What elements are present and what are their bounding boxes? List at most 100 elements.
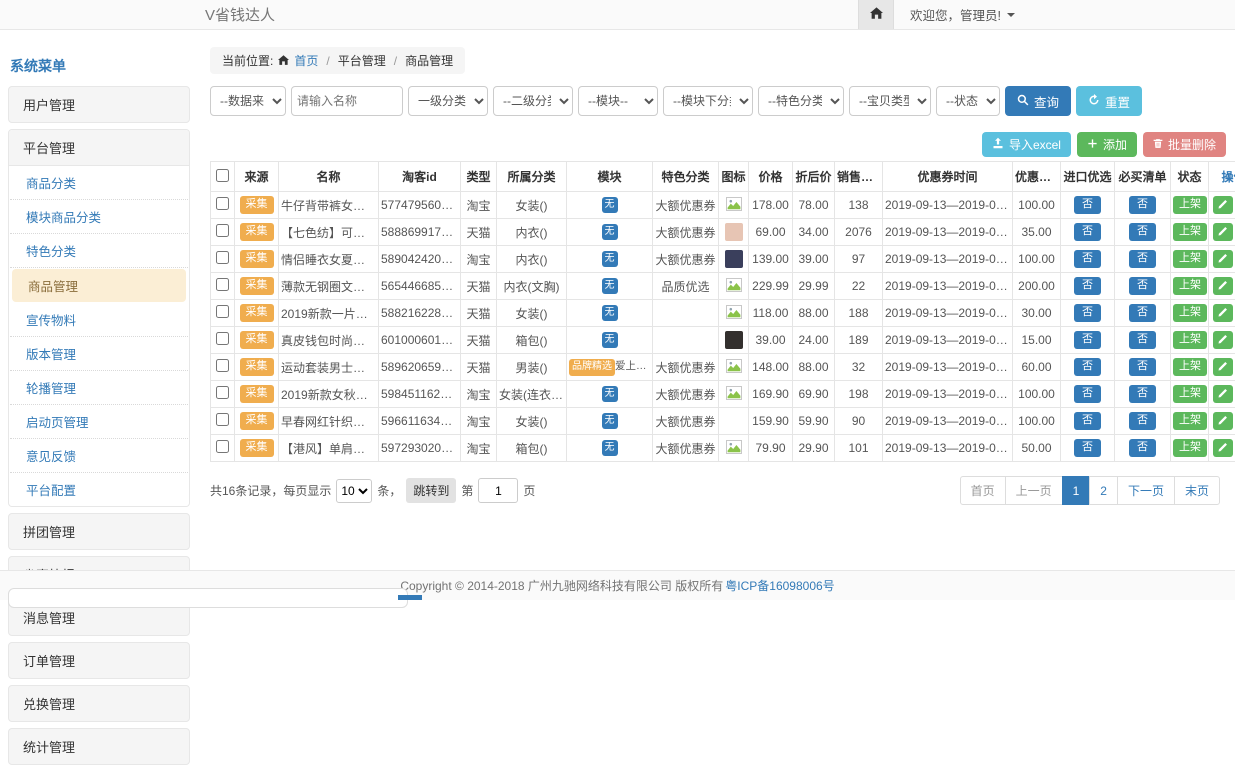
sidebar-item-1-5[interactable]: 版本管理 bbox=[10, 337, 188, 371]
must-buy-toggle-badge[interactable]: 否 bbox=[1129, 412, 1156, 430]
imported-toggle-badge[interactable]: 否 bbox=[1074, 196, 1101, 214]
filter-category-l1-select[interactable]: 一级分类 bbox=[408, 86, 488, 116]
filter-module-select[interactable]: --模块-- bbox=[578, 86, 658, 116]
pager-button-2[interactable]: 1 bbox=[1062, 476, 1091, 505]
status-badge[interactable]: 上架 bbox=[1173, 331, 1207, 349]
row-checkbox[interactable] bbox=[216, 413, 229, 426]
must-buy-toggle-badge[interactable]: 否 bbox=[1129, 223, 1156, 241]
sidebar-item-1-7[interactable]: 启动页管理 bbox=[10, 405, 188, 439]
filter-module-sub-select[interactable]: --模块下分类-- bbox=[663, 86, 753, 116]
module-badge[interactable]: 无 bbox=[602, 305, 618, 322]
sidebar-item-1-1[interactable]: 模块商品分类 bbox=[10, 200, 188, 234]
status-badge[interactable]: 上架 bbox=[1173, 358, 1207, 376]
edit-button[interactable] bbox=[1213, 304, 1233, 322]
sidebar-item-1-9[interactable]: 平台配置 bbox=[10, 473, 188, 506]
module-badge[interactable]: 无 bbox=[602, 332, 618, 349]
status-badge[interactable]: 上架 bbox=[1173, 223, 1207, 241]
home-button[interactable] bbox=[858, 0, 894, 29]
imported-toggle-badge[interactable]: 否 bbox=[1074, 331, 1101, 349]
pager-button-3[interactable]: 2 bbox=[1089, 476, 1118, 505]
status-badge[interactable]: 上架 bbox=[1173, 250, 1207, 268]
status-badge[interactable]: 上架 bbox=[1173, 385, 1207, 403]
sidebar-item-1-3[interactable]: 商品管理 bbox=[12, 269, 186, 302]
pager-button-0[interactable]: 首页 bbox=[960, 476, 1006, 505]
row-checkbox[interactable] bbox=[216, 224, 229, 237]
must-buy-toggle-badge[interactable]: 否 bbox=[1129, 439, 1156, 457]
sidebar-group-5[interactable]: 订单管理 bbox=[8, 642, 190, 679]
status-badge[interactable]: 上架 bbox=[1173, 439, 1207, 457]
edit-button[interactable] bbox=[1213, 331, 1233, 349]
sidebar-group-label-1[interactable]: 平台管理 bbox=[9, 130, 189, 166]
must-buy-toggle-badge[interactable]: 否 bbox=[1129, 358, 1156, 376]
per-page-select[interactable]: 10 bbox=[336, 479, 372, 503]
edit-button[interactable] bbox=[1213, 223, 1233, 241]
row-checkbox[interactable] bbox=[216, 332, 229, 345]
module-badge[interactable]: 无 bbox=[602, 440, 618, 457]
pager-button-1[interactable]: 上一页 bbox=[1005, 476, 1063, 505]
edit-button[interactable] bbox=[1213, 439, 1233, 457]
status-badge[interactable]: 上架 bbox=[1173, 277, 1207, 295]
status-badge[interactable]: 上架 bbox=[1173, 304, 1207, 322]
module-badge[interactable]: 无 bbox=[602, 251, 618, 268]
sidebar-item-1-0[interactable]: 商品分类 bbox=[10, 166, 188, 200]
import-excel-button[interactable]: 导入excel bbox=[982, 132, 1071, 157]
filter-category-l2-select[interactable]: --二级分类-- bbox=[493, 86, 573, 116]
row-checkbox[interactable] bbox=[216, 197, 229, 210]
filter-data-source-select[interactable]: --数据来源-- bbox=[210, 86, 286, 116]
sidebar-item-1-8[interactable]: 意见反馈 bbox=[10, 439, 188, 473]
edit-button[interactable] bbox=[1213, 358, 1233, 376]
row-checkbox[interactable] bbox=[216, 386, 229, 399]
imported-toggle-badge[interactable]: 否 bbox=[1074, 250, 1101, 268]
module-badge[interactable]: 无 bbox=[602, 278, 618, 295]
row-checkbox[interactable] bbox=[216, 251, 229, 264]
edit-button[interactable] bbox=[1213, 412, 1233, 430]
must-buy-toggle-badge[interactable]: 否 bbox=[1129, 385, 1156, 403]
row-checkbox[interactable] bbox=[216, 359, 229, 372]
edit-button[interactable] bbox=[1213, 196, 1233, 214]
select-all-checkbox[interactable] bbox=[216, 169, 229, 182]
imported-toggle-badge[interactable]: 否 bbox=[1074, 358, 1101, 376]
user-menu[interactable]: 欢迎您，管理员! bbox=[894, 5, 1031, 24]
pager-button-4[interactable]: 下一页 bbox=[1117, 476, 1175, 505]
module-badge[interactable]: 品牌精选 bbox=[569, 359, 615, 376]
module-badge[interactable]: 无 bbox=[602, 386, 618, 403]
filter-name-input[interactable] bbox=[291, 86, 403, 116]
icp-link[interactable]: 粤ICP备16098006号 bbox=[725, 577, 834, 594]
sidebar-item-1-4[interactable]: 宣传物料 bbox=[10, 303, 188, 337]
status-badge[interactable]: 上架 bbox=[1173, 196, 1207, 214]
sidebar-item-1-2[interactable]: 特色分类 bbox=[10, 234, 188, 268]
sidebar-group-7[interactable]: 统计管理 bbox=[8, 728, 190, 765]
filter-item-type-select[interactable]: --宝贝类型-- bbox=[849, 86, 931, 116]
filter-feature-category-select[interactable]: --特色分类-- bbox=[758, 86, 844, 116]
batch-delete-button[interactable]: 批量删除 bbox=[1143, 132, 1226, 157]
row-checkbox[interactable] bbox=[216, 278, 229, 291]
must-buy-toggle-badge[interactable]: 否 bbox=[1129, 250, 1156, 268]
imported-toggle-badge[interactable]: 否 bbox=[1074, 412, 1101, 430]
must-buy-toggle-badge[interactable]: 否 bbox=[1129, 331, 1156, 349]
sidebar-item-1-6[interactable]: 轮播管理 bbox=[10, 371, 188, 405]
must-buy-toggle-badge[interactable]: 否 bbox=[1129, 304, 1156, 322]
edit-button[interactable] bbox=[1213, 385, 1233, 403]
filter-status-select[interactable]: --状态-- bbox=[936, 86, 1000, 116]
imported-toggle-badge[interactable]: 否 bbox=[1074, 223, 1101, 241]
edit-button[interactable] bbox=[1213, 250, 1233, 268]
pager-button-5[interactable]: 末页 bbox=[1174, 476, 1220, 505]
must-buy-toggle-badge[interactable]: 否 bbox=[1129, 277, 1156, 295]
row-checkbox[interactable] bbox=[216, 440, 229, 453]
sidebar-group-0[interactable]: 用户管理 bbox=[8, 86, 190, 123]
edit-button[interactable] bbox=[1213, 277, 1233, 295]
reset-button[interactable]: 重置 bbox=[1076, 86, 1142, 116]
imported-toggle-badge[interactable]: 否 bbox=[1074, 385, 1101, 403]
sidebar-group-6[interactable]: 兑换管理 bbox=[8, 685, 190, 722]
page-number-input[interactable] bbox=[478, 478, 518, 503]
row-checkbox[interactable] bbox=[216, 305, 229, 318]
module-badge[interactable]: 无 bbox=[602, 224, 618, 241]
imported-toggle-badge[interactable]: 否 bbox=[1074, 304, 1101, 322]
imported-toggle-badge[interactable]: 否 bbox=[1074, 439, 1101, 457]
search-button[interactable]: 查询 bbox=[1005, 86, 1071, 116]
module-badge[interactable]: 无 bbox=[602, 413, 618, 430]
imported-toggle-badge[interactable]: 否 bbox=[1074, 277, 1101, 295]
must-buy-toggle-badge[interactable]: 否 bbox=[1129, 196, 1156, 214]
add-button[interactable]: 添加 bbox=[1077, 132, 1137, 157]
sidebar-group-2[interactable]: 拼团管理 bbox=[8, 513, 190, 550]
